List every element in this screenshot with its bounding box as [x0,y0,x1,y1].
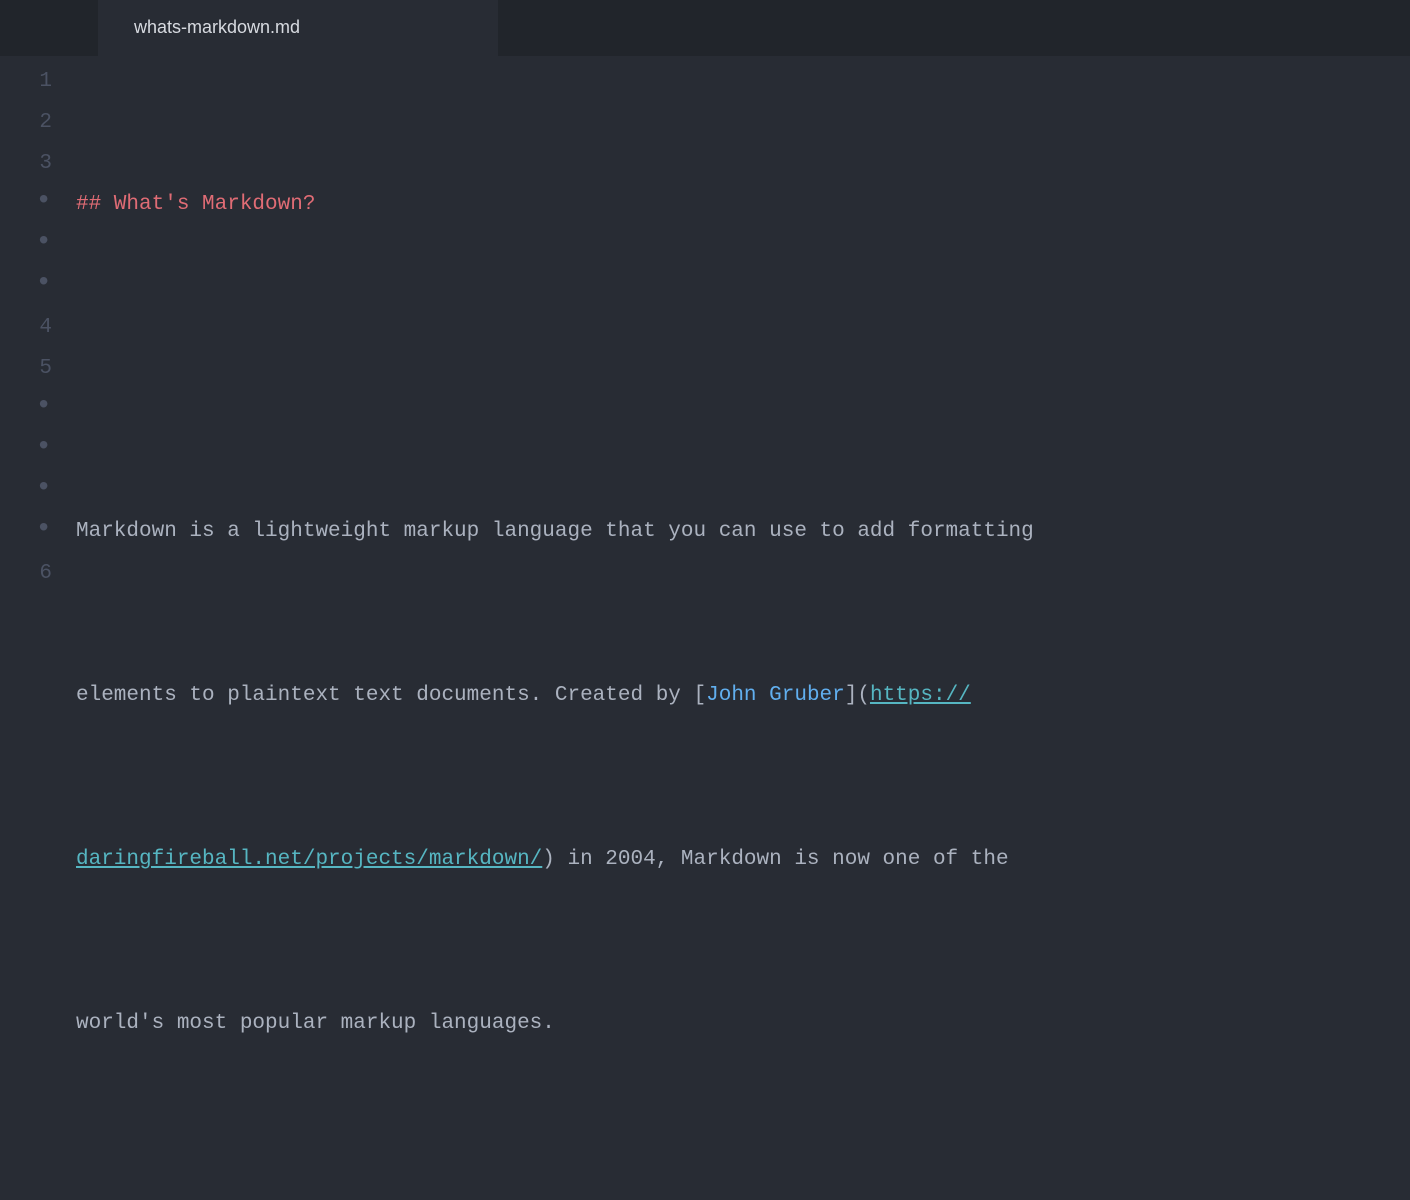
code-line: Markdown is a lightweight markup languag… [76,512,1072,553]
bracket: [ [694,676,707,717]
file-tab[interactable]: whats-markdown.md [98,0,498,56]
code-line [76,349,1072,390]
line-number: 3 [0,144,52,185]
line-number: 1 [0,62,52,103]
code-line: world's most popular markup languages. [76,1004,1072,1045]
wrap-indicator: • [0,181,52,222]
text-span: elements to plaintext text documents. Cr… [76,676,694,717]
line-number: 2 [0,103,52,144]
wrap-indicator: • [0,386,52,427]
tab-filename: whats-markdown.md [134,10,300,45]
line-number: 6 [0,554,52,595]
link-url: daringfireball.net/projects/markdown/ [76,840,542,881]
link-url: https:// [870,676,971,717]
wrap-indicator: • [0,263,52,304]
wrap-indicator: • [0,468,52,509]
bracket: ] [845,676,858,717]
text-span: Markdown is a lightweight markup languag… [76,512,1046,553]
code-line: ## What's Markdown? [76,185,1072,226]
code-line: elements to plaintext text documents. Cr… [76,676,1072,717]
wrap-indicator: • [0,222,52,263]
line-number: 4 [0,308,52,349]
code-line: daringfireball.net/projects/markdown/) i… [76,840,1072,881]
wrap-indicator: • [0,509,52,550]
editor-area[interactable]: 1 2 3 • • • 4 5 • • • • 6 ## What's Mark… [0,56,1410,600]
code-line [76,1168,1072,1200]
line-number-gutter: 1 2 3 • • • 4 5 • • • • 6 [0,62,56,600]
code-content[interactable]: ## What's Markdown? Markdown is a lightw… [56,62,1072,600]
line-number: 5 [0,349,52,390]
text-span: world's most popular markup languages. [76,1004,555,1045]
text-span: in 2004, Markdown is now one of the [555,840,1021,881]
link-text: John Gruber [706,676,845,717]
tab-bar: whats-markdown.md [0,0,1410,56]
paren: ( [857,676,870,717]
markdown-heading: ## What's Markdown? [76,185,315,226]
wrap-indicator: • [0,427,52,468]
paren: ) [542,840,555,881]
